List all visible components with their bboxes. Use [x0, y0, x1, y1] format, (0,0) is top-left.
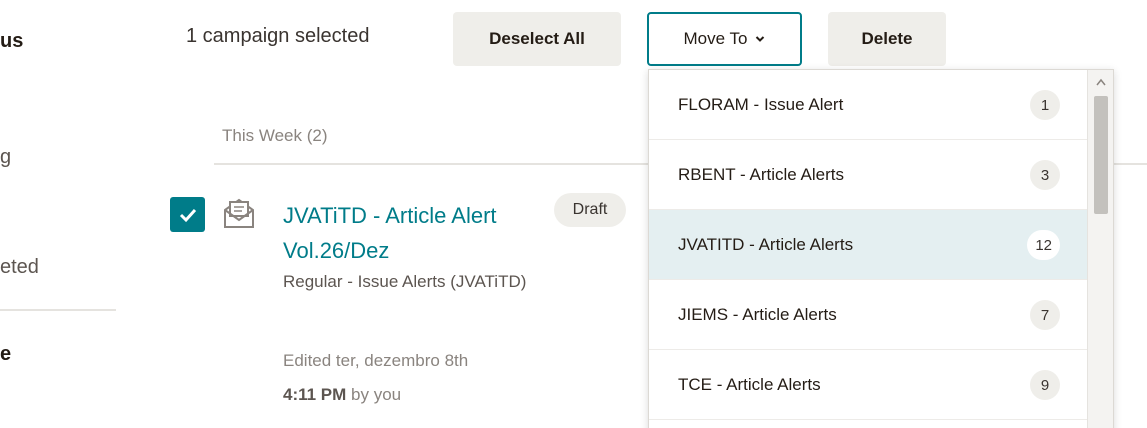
dropdown-item-count: 9	[1030, 370, 1060, 400]
move-to-label: Move To	[683, 29, 748, 48]
checkmark-icon	[179, 208, 196, 222]
delete-label: Delete	[861, 29, 913, 48]
dropdown-item-floram[interactable]: FLORAM - Issue Alert 1	[649, 70, 1087, 140]
delete-button[interactable]: Delete	[828, 12, 946, 66]
edited-date: Edited ter, dezembro 8th	[283, 351, 469, 370]
move-to-dropdown: FLORAM - Issue Alert 1 RBENT - Article A…	[648, 69, 1114, 428]
selection-count-text: 1 campaign selected	[186, 25, 370, 47]
move-to-button[interactable]: Move To	[647, 12, 802, 66]
deselect-all-button[interactable]: Deselect All	[453, 12, 621, 66]
sidebar-item-2[interactable]: g	[0, 146, 11, 169]
sidebar-item-4[interactable]: e	[0, 343, 11, 366]
sidebar-divider	[0, 309, 116, 311]
dropdown-item-count: 1	[1030, 90, 1060, 120]
campaign-checkbox[interactable]	[170, 197, 205, 232]
edited-time-line: 4:11 PM by you	[283, 378, 543, 412]
scroll-up-arrow-icon[interactable]	[1096, 78, 1106, 86]
dropdown-item-label: RBENT - Article Alerts	[678, 164, 844, 184]
dropdown-item-label: FLORAM - Issue Alert	[678, 94, 844, 114]
dropdown-item-label: TCE - Article Alerts	[678, 374, 821, 394]
sidebar-item-1[interactable]: us	[0, 30, 23, 53]
dropdown-item-count: 7	[1030, 300, 1060, 330]
dropdown-item-tce[interactable]: TCE - Article Alerts 9	[649, 350, 1087, 420]
section-header-this-week[interactable]: This Week (2)	[222, 126, 328, 146]
status-badge: Draft	[554, 193, 626, 227]
scrollbar-thumb[interactable]	[1094, 96, 1108, 214]
dropdown-scrollbar[interactable]	[1087, 70, 1113, 428]
sidebar: us g eted e	[0, 0, 116, 428]
dropdown-item-label: JIEMS - Article Alerts	[678, 304, 837, 324]
edited-time: 4:11 PM	[283, 385, 347, 404]
campaign-type-text: Regular - Issue Alerts (JVATiTD)	[283, 272, 527, 291]
dropdown-item-jvatitd[interactable]: JVATITD - Article Alerts 12	[649, 210, 1087, 280]
edited-by: by you	[346, 385, 402, 404]
dropdown-item-count: 3	[1030, 160, 1060, 190]
campaign-title-link[interactable]: JVATiTD - Article Alert Vol.26/Dez	[283, 198, 543, 268]
dropdown-item-count: 12	[1027, 230, 1060, 260]
email-campaign-icon	[224, 198, 254, 228]
chevron-down-icon	[756, 36, 765, 42]
dropdown-item-label: JVATITD - Article Alerts	[678, 234, 854, 254]
campaign-edited-info: Edited ter, dezembro 8th 4:11 PM by you	[283, 344, 543, 412]
deselect-all-label: Deselect All	[489, 29, 585, 48]
sidebar-item-3[interactable]: eted	[0, 256, 39, 279]
dropdown-item-rbent[interactable]: RBENT - Article Alerts 3	[649, 140, 1087, 210]
dropdown-item-jiems[interactable]: JIEMS - Article Alerts 7	[649, 280, 1087, 350]
